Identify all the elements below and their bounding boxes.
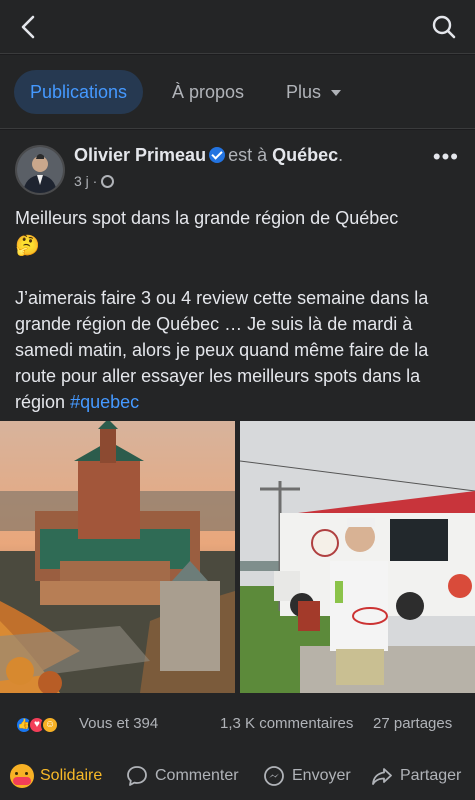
- solidaire-button[interactable]: Solidaire: [10, 763, 102, 789]
- shares-count[interactable]: 27 partages: [373, 715, 452, 732]
- photo-food-truck[interactable]: [240, 421, 475, 693]
- post-actions: Solidaire Commenter Envoyer Partager: [0, 755, 475, 795]
- send-label: Envoyer: [292, 767, 351, 784]
- profile-tabs: Publications À propos Plus: [0, 55, 475, 129]
- comments-count[interactable]: 1,3 K commentaires: [220, 715, 353, 732]
- author-name[interactable]: Olivier Primeau: [74, 145, 206, 165]
- share-button[interactable]: Partager: [370, 763, 461, 789]
- comment-bubble-icon: [127, 765, 147, 786]
- share-arrow-icon: [372, 767, 392, 785]
- tab-publications[interactable]: Publications: [14, 70, 144, 114]
- send-button[interactable]: Envoyer: [262, 763, 351, 789]
- care-reaction-icon: ☺: [41, 716, 59, 734]
- solidaire-label: Solidaire: [40, 767, 103, 784]
- author-line: Olivier Primeau est à Québec.: [74, 145, 343, 166]
- post-card: Olivier Primeau est à Québec. 3 j · ••• M…: [0, 130, 475, 800]
- reaction-icons[interactable]: 👍 ♥ ☺: [15, 714, 59, 734]
- avatar[interactable]: [15, 145, 65, 195]
- location-link[interactable]: Québec: [272, 145, 338, 165]
- caret-down-icon: [331, 90, 342, 97]
- photo-chateau-frontenac[interactable]: [0, 421, 235, 693]
- comment-label: Commenter: [155, 767, 239, 784]
- tab-plus-label: Plus: [286, 82, 322, 102]
- post-text-body: J’aimerais faire 3 ou 4 review cette sem…: [15, 285, 465, 415]
- more-options-icon[interactable]: •••: [433, 146, 459, 168]
- post-meta: 3 j ·: [74, 173, 115, 189]
- post-stats: 👍 ♥ ☺ Vous et 394 1,3 K commentaires 27 pa…: [0, 708, 475, 738]
- thinking-emoji: 🤔: [15, 235, 40, 257]
- post-timestamp[interactable]: 3 j ·: [74, 173, 97, 189]
- post-text-line1: Meilleurs spot dans la grande région de …: [15, 208, 399, 228]
- location-suffix: .: [338, 145, 344, 165]
- hashtag-link[interactable]: #quebec: [70, 392, 139, 412]
- verified-badge-icon: [209, 147, 226, 163]
- comment-button[interactable]: Commenter: [125, 763, 239, 789]
- search-icon[interactable]: [429, 12, 459, 42]
- author-activity: est à: [228, 145, 268, 165]
- globe-icon: [101, 175, 115, 188]
- messenger-icon: [264, 765, 284, 786]
- tab-plus[interactable]: Plus: [286, 70, 342, 114]
- top-bar: [0, 0, 475, 54]
- reactors-count[interactable]: Vous et 394: [79, 715, 158, 732]
- tab-a-propos[interactable]: À propos: [172, 70, 244, 114]
- post-text: Meilleurs spot dans la grande région de …: [15, 205, 465, 415]
- care-emoji-icon: [10, 763, 34, 788]
- share-label: Partager: [400, 767, 462, 784]
- back-arrow-icon[interactable]: [14, 12, 44, 42]
